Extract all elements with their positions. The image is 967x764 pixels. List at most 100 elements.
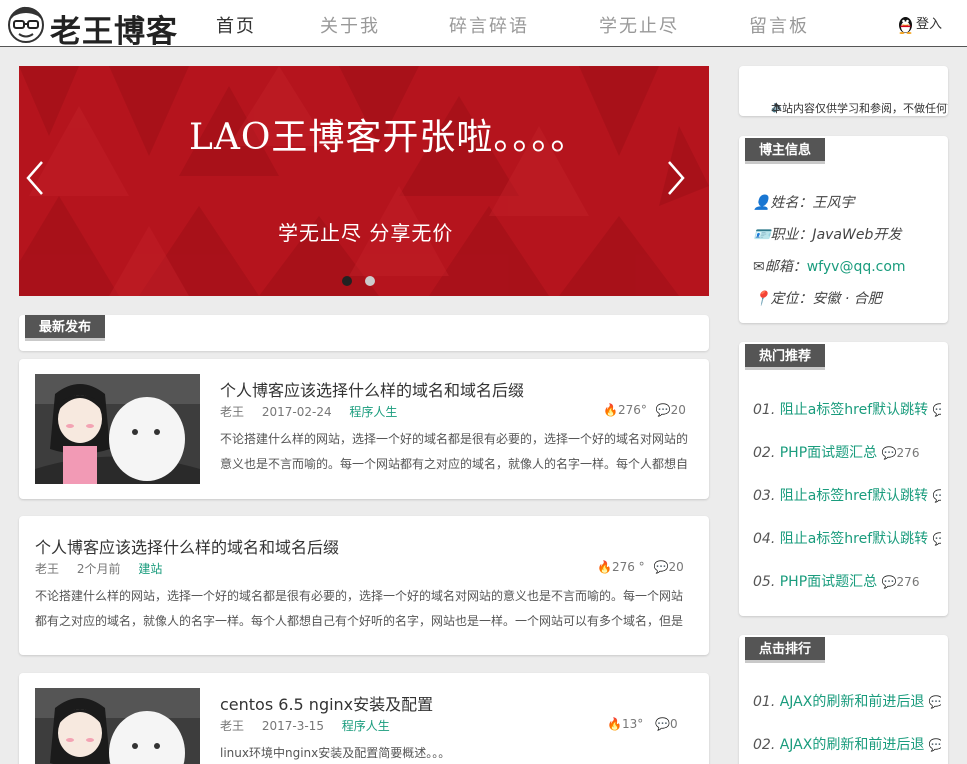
post-card: centos 6.5 nginx安装及配置 老王 2017-3-15 程序人生 …	[19, 673, 709, 764]
slider-prev-arrow-icon[interactable]	[24, 160, 46, 196]
hot-item-title[interactable]: PHP面试题汇总	[780, 574, 877, 590]
post-stats: 🔥276 ° 💬20	[597, 560, 684, 574]
post-category[interactable]: 程序人生	[349, 405, 397, 419]
slide-title: LAO王博客开张啦。。。。	[189, 117, 588, 158]
slider-next-arrow-icon[interactable]	[665, 160, 687, 196]
blogger-info-widget: 博主信息 👤姓名：王风宇 🪪职业：JavaWeb开发 ✉邮箱：wfyv@qq.c…	[739, 136, 948, 323]
comment-icon: 💬	[928, 695, 941, 709]
hot-item-title[interactable]: PHP面试题汇总	[780, 445, 877, 461]
hot-heading: 热门推荐	[745, 344, 826, 370]
nav-notes[interactable]: 碎言碎语	[449, 12, 529, 38]
post-category[interactable]: 建站	[138, 562, 162, 576]
post-comments: 0	[670, 717, 678, 731]
clicks-item-number: 02.	[753, 737, 776, 753]
post-date: 2017-3-15	[261, 719, 324, 733]
logo-face-icon	[8, 6, 44, 43]
post-author: 老王	[35, 562, 60, 576]
post-comments: 20	[668, 560, 684, 574]
hot-item[interactable]: 04. 阻止a标签href默认跳转 💬276	[753, 528, 941, 548]
slider-dot-2[interactable]	[365, 276, 375, 286]
post-card: 个人博客应该选择什么样的域名和域名后缀 老王 2017-02-24 程序人生 🔥…	[19, 359, 709, 499]
post-title[interactable]: centos 6.5 nginx安装及配置	[220, 691, 433, 715]
post-stats: 🔥276° 💬20	[603, 403, 686, 417]
flame-icon: 🔥	[597, 560, 612, 574]
nav-home[interactable]: 首页	[216, 12, 256, 38]
hot-item-title[interactable]: 阻止a标签href默认跳转	[780, 488, 928, 504]
comment-icon: 💬	[655, 403, 671, 417]
post-date: 2个月前	[76, 562, 121, 576]
blogger-location: 📍定位：安徽 · 合肥	[753, 288, 882, 308]
latest-heading: 最新发布	[25, 315, 106, 341]
thumbnail-illustration	[35, 374, 200, 484]
hot-item-number: 05.	[753, 574, 776, 590]
login-label: 登入	[916, 17, 943, 32]
login-link[interactable]: 登入	[897, 13, 942, 34]
post-excerpt: linux环境中nginx安装及配置简要概述。。。	[220, 746, 451, 760]
post-thumbnail[interactable]	[35, 688, 200, 764]
post-meta: 老王 2017-02-24 程序人生	[220, 403, 397, 420]
post-views: 13°	[621, 717, 644, 731]
blogger-email: ✉邮箱：wfyv@qq.com	[753, 256, 906, 276]
comment-icon: 💬	[653, 560, 669, 574]
hero-slider: LAO王博客开张啦。。。。 学无止尽 分享无价	[19, 66, 709, 296]
comment-icon: 💬	[881, 446, 897, 460]
comment-icon: 💬	[932, 532, 941, 546]
comment-icon: 💬	[932, 403, 941, 417]
hot-item[interactable]: 05. PHP面试题汇总 💬276	[753, 571, 941, 591]
blogger-name: 👤姓名：王风宇	[753, 192, 854, 212]
thumbnail-illustration	[35, 688, 200, 764]
nav-guestbook[interactable]: 留言板	[749, 12, 809, 38]
slide-subtitle: 学无止尽 分享无价	[278, 221, 454, 245]
clicks-item-title[interactable]: AJAX的刷新和前进后退	[780, 737, 925, 753]
latest-section-header: 最新发布	[19, 315, 709, 351]
clicks-heading: 点击排行	[745, 637, 826, 663]
clicks-item[interactable]: 02. AJAX的刷新和前进后退 💬276	[753, 734, 941, 754]
blogger-info-heading: 博主信息	[745, 138, 826, 164]
comment-icon: 💬	[655, 717, 671, 731]
post-author: 老王	[220, 719, 245, 733]
post-date: 2017-02-24	[261, 405, 332, 419]
clicks-item[interactable]: 01. AJAX的刷新和前进后退 💬276	[753, 691, 941, 711]
hot-posts-widget: 热门推荐 01. 阻止a标签href默认跳转 💬276 02. PHP面试题汇总…	[739, 342, 948, 616]
slider-dot-1[interactable]	[342, 276, 352, 286]
hot-item-count: 276	[896, 575, 920, 589]
post-meta: 老王 2个月前 建站	[35, 560, 162, 577]
blogger-location-text: 定位：安徽 · 合肥	[770, 291, 882, 307]
post-title[interactable]: 个人博客应该选择什么样的域名和域名后缀	[220, 377, 524, 401]
map-pin-icon: 📍	[753, 291, 771, 307]
comment-icon: 💬	[928, 738, 941, 752]
hot-item-title[interactable]: 阻止a标签href默认跳转	[780, 402, 928, 418]
user-icon: 👤	[753, 195, 771, 211]
hot-item-title[interactable]: 阻止a标签href默认跳转	[780, 531, 928, 547]
post-comments: 20	[670, 403, 686, 417]
blogger-job-text: 职业：JavaWeb开发	[770, 227, 902, 243]
post-card: 个人博客应该选择什么样的域名和域名后缀 老王 2个月前 建站 🔥276 ° 💬2…	[19, 516, 709, 655]
hot-item-count: 276	[896, 446, 920, 460]
clicks-item-number: 01.	[753, 694, 776, 710]
site-logo[interactable]: 老王博客	[6, 4, 177, 50]
hot-item[interactable]: 03. 阻止a标签href默认跳转 💬276	[753, 485, 941, 505]
logo-text: 老王博客	[50, 14, 178, 50]
hot-item-number: 03.	[753, 488, 776, 504]
hot-item[interactable]: 01. 阻止a标签href默认跳转 💬276	[753, 399, 941, 419]
nav-learning[interactable]: 学无止尽	[599, 12, 679, 38]
post-views: 276 °	[611, 560, 645, 574]
hot-item-number: 02.	[753, 445, 776, 461]
envelope-icon: ✉	[753, 259, 765, 275]
blogger-job: 🪪职业：JavaWeb开发	[753, 224, 901, 244]
slider-background	[19, 66, 709, 296]
post-category[interactable]: 程序人生	[342, 719, 390, 733]
post-stats: 🔥13° 💬0	[607, 717, 678, 731]
comment-icon: 💬	[881, 575, 897, 589]
post-meta: 老王 2017-3-15 程序人生	[220, 717, 390, 734]
clicks-item-title[interactable]: AJAX的刷新和前进后退	[780, 694, 925, 710]
email-link[interactable]: wfyv@qq.com	[807, 259, 906, 275]
post-views: 276°	[617, 403, 647, 417]
post-excerpt: 不论搭建什么样的网站，选择一个好的域名都是很有必要的，选择一个好的域名对网站的意…	[35, 589, 684, 628]
post-title[interactable]: 个人博客应该选择什么样的域名和域名后缀	[35, 534, 339, 558]
post-thumbnail[interactable]	[35, 374, 200, 484]
nav-about[interactable]: 关于我	[320, 12, 380, 38]
email-label: 邮箱：	[764, 259, 807, 275]
hot-item[interactable]: 02. PHP面试题汇总 💬276	[753, 442, 941, 462]
notice-message: 本站内容仅供学习和参阅，不做任何商业用途	[771, 102, 948, 115]
